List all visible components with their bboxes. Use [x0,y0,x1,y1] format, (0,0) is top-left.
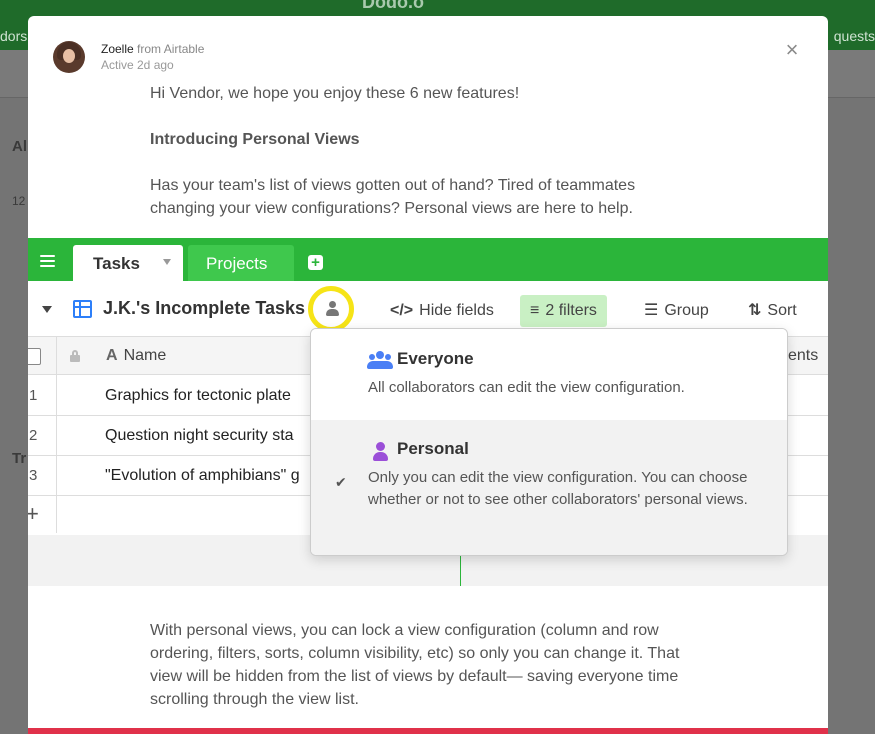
person-icon [326,301,339,318]
sort-button: ⇅ Sort [748,295,797,327]
view-permission-popup: Everyone All collaborators can edit the … [310,328,788,556]
tab-projects: Projects [188,245,294,281]
bottom-accent-bar [28,728,828,734]
view-name: J.K.'s Incomplete Tasks [103,298,306,318]
background-left-text: dors [0,28,28,44]
section-heading: Introducing Personal Views [150,131,360,148]
close-button[interactable]: × [782,39,802,61]
sort-icon: ⇅ [748,302,762,319]
row-number: 3 [29,467,38,484]
outro-text: With personal views, you can lock a view… [150,622,680,708]
background-right-text: quests [833,28,875,44]
background-title: Dodo.o [362,0,424,12]
hide-fields-button: </> Hide fields [390,295,494,327]
add-table-icon: + [308,255,323,270]
sender-from: from Airtable [137,42,205,56]
option-title: Personal [397,439,469,458]
person-icon [373,442,388,462]
column-label: Name [123,347,167,364]
column-divider [56,337,57,533]
active-status: Active 2d ago [101,58,174,72]
background-left-panel: Al 12 Tr [0,98,28,734]
hide-eye-icon: </> [390,302,414,319]
intro-text: Has your team's list of views gotten out… [150,177,636,217]
tab-label: Tasks [93,254,140,273]
group-button: ☰ Group [644,295,709,327]
group-icon: ☰ [644,302,659,319]
row-name: "Evolution of amphibians" g [105,467,300,484]
sender-avatar [53,41,85,73]
background-right-panel [828,98,875,734]
chevron-down-icon [163,259,171,265]
row-name: Question night security sta [105,427,294,444]
filters-button: ≡ 2 filters [520,295,607,327]
background-letter: Al [12,138,27,155]
option-everyone: Everyone All collaborators can edit the … [311,329,787,420]
column-header-name: A Name [106,347,166,365]
tab-label: Projects [206,254,268,273]
option-title: Everyone [397,349,474,368]
filters-label: 2 filters [545,302,597,319]
check-icon: ✔ [335,474,347,490]
filter-icon: ≡ [530,302,540,319]
caret-down-icon [42,306,52,313]
sort-label: Sort [767,302,797,319]
grid-view-icon [73,300,92,318]
sender-name: Zoelle [101,42,134,56]
row-number: 1 [29,387,38,404]
select-all-checkbox [28,348,41,365]
column-header-right: ents [788,347,819,364]
option-description: All collaborators can edit the view conf… [368,379,685,396]
feature-screenshot: Tasks Projects + J.K.'s Incomplete Tasks… [28,238,828,586]
announcement-modal: Zoelle from Airtable Active 2d ago × Hi … [28,16,828,734]
greeting-text: Hi Vendor, we hope you enjoy these 6 new… [150,85,520,102]
hamburger-menu-icon [40,255,55,267]
personal-view-highlight [308,286,354,332]
hide-fields-label: Hide fields [419,302,494,319]
row-number: 2 [29,427,38,444]
lock-icon [70,350,80,362]
background-number: 12 [12,194,26,208]
app-tab-bar: Tasks Projects + [28,238,828,281]
text-field-icon: A [106,347,118,364]
add-row-icon: + [28,501,39,526]
tab-tasks: Tasks [73,245,183,281]
background-letter: Tr [12,450,27,467]
row-name: Graphics for tectonic plate [105,387,291,404]
sender-line: Zoelle from Airtable [101,42,204,56]
group-label: Group [664,302,709,319]
group-people-icon [367,351,393,369]
option-description: Only you can edit the view configuration… [368,469,748,508]
